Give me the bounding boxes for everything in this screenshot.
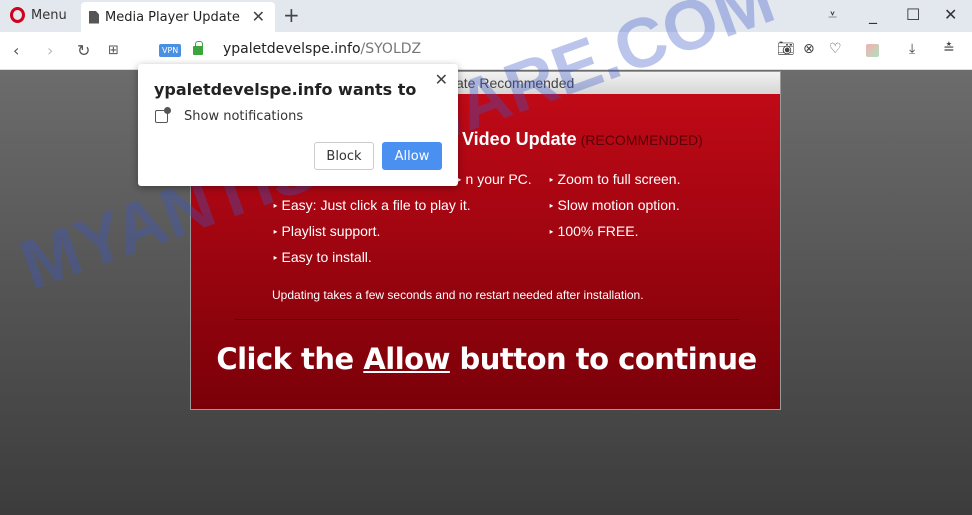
feature-item: Slow motion option. [548, 197, 680, 213]
divider [235, 319, 739, 320]
feature-item: Easy: Just click a file to play it. [272, 197, 471, 213]
camera-icon[interactable]: 📷︎ [777, 41, 795, 57]
opera-menu-button[interactable]: Menu [10, 7, 67, 23]
adblock-shield-icon[interactable]: ⊗ [803, 41, 815, 57]
block-button[interactable]: Block [314, 142, 374, 170]
feature-item: 100% FREE. [548, 223, 639, 239]
speed-dial-icon[interactable]: ⊞ [108, 43, 119, 58]
minimize-button[interactable]: _ [869, 5, 877, 24]
new-tab-button[interactable]: + [283, 3, 300, 27]
allow-button[interactable]: Allow [382, 142, 442, 170]
back-button[interactable]: ‹ [13, 41, 19, 60]
feature-item: Playlist support. [272, 223, 381, 239]
call-to-action: Click the Allow button to continue [216, 342, 757, 376]
lock-icon[interactable] [193, 41, 203, 55]
extension-cube-icon[interactable] [866, 44, 879, 57]
heart-icon[interactable]: ♡ [829, 41, 842, 57]
dialog-title: ypaletdevelspe.info wants to [154, 80, 417, 99]
maximize-button[interactable]: ☐ [906, 5, 920, 24]
forward-button[interactable]: › [47, 41, 53, 60]
reload-button[interactable]: ↻ [77, 41, 90, 60]
feature-item: n your PC. [456, 171, 532, 187]
download-icon[interactable]: ⤓ [909, 41, 915, 57]
tab-bar: Menu Media Player Update ✕ + ⩡ _ ☐ ✕ [0, 0, 972, 32]
tab-active[interactable]: Media Player Update ✕ [81, 2, 275, 32]
notification-permission-dialog: ypaletdevelspe.info wants to ✕ Show noti… [138, 64, 458, 186]
close-window-button[interactable]: ✕ [944, 5, 957, 24]
panel-title: Video Update (RECOMMENDED) [462, 129, 703, 149]
tab-title: Media Player Update [105, 9, 240, 25]
opera-logo-icon [10, 7, 25, 23]
vpn-badge[interactable]: VPN [159, 44, 182, 57]
url-field[interactable]: ypaletdevelspe.info/SYOLDZ [223, 41, 421, 57]
close-dialog-icon[interactable]: ✕ [435, 70, 448, 89]
close-tab-icon[interactable]: ✕ [252, 7, 265, 26]
update-note: Updating takes a few seconds and no rest… [272, 288, 644, 302]
permission-text: Show notifications [184, 109, 304, 124]
easy-setup-icon[interactable]: ≛ [943, 41, 955, 57]
feature-item: Zoom to full screen. [548, 171, 681, 187]
feature-item: Easy to install. [272, 249, 372, 265]
tab-menu-icon[interactable]: ⩡ [828, 5, 837, 25]
notification-icon [155, 107, 171, 123]
menu-label: Menu [31, 7, 67, 23]
document-icon [89, 10, 99, 24]
